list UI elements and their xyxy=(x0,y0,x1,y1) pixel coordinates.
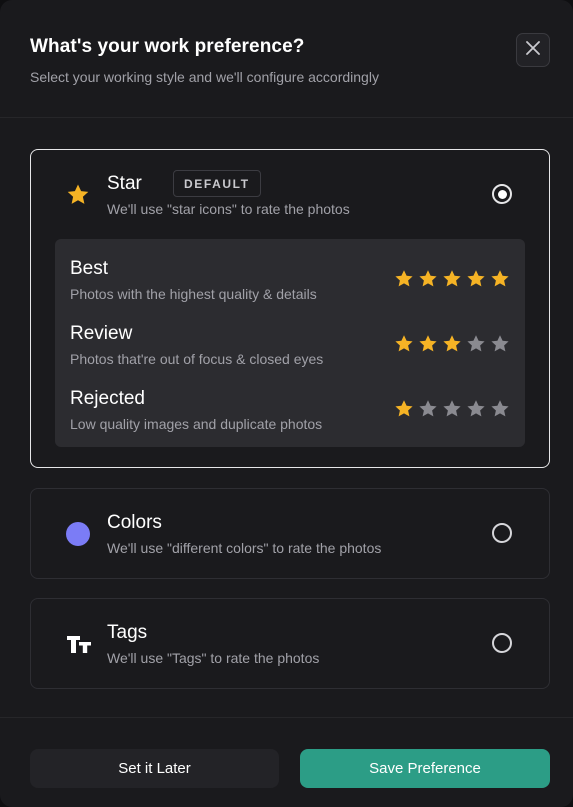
rating-title: Rejected xyxy=(70,388,145,409)
modal-header: What's your work preference? Select your… xyxy=(0,0,573,118)
default-badge: DEFAULT xyxy=(173,170,261,197)
option-title: Tags xyxy=(107,622,148,643)
text-tags-icon xyxy=(66,632,92,656)
option-colors[interactable]: Colors We'll use "different colors" to r… xyxy=(30,488,550,579)
star-empty-icon xyxy=(491,335,509,352)
close-icon xyxy=(526,40,540,60)
save-preference-button[interactable]: Save Preference xyxy=(300,749,550,788)
star-filled-icon xyxy=(419,335,437,352)
star-empty-icon xyxy=(443,400,461,417)
star-filled-icon xyxy=(491,270,509,287)
star-filled-icon xyxy=(395,270,413,287)
radio-colors[interactable] xyxy=(492,523,512,543)
radio-star[interactable] xyxy=(492,184,512,204)
rating-description: Photos with the highest quality & detail… xyxy=(70,286,317,302)
star-rating xyxy=(394,269,510,289)
star-filled-icon xyxy=(467,270,485,287)
set-later-button[interactable]: Set it Later xyxy=(30,749,279,788)
star-rating xyxy=(394,334,510,354)
star-filled-icon xyxy=(395,335,413,352)
option-description: We'll use "star icons" to rate the photo… xyxy=(107,201,350,217)
rating-description: Photos that're out of focus & closed eye… xyxy=(70,351,324,367)
option-tags[interactable]: Tags We'll use "Tags" to rate the photos xyxy=(30,598,550,689)
star-empty-icon xyxy=(467,335,485,352)
star-filled-icon xyxy=(419,270,437,287)
rating-legend: Best Photos with the highest quality & d… xyxy=(55,239,525,447)
close-button[interactable] xyxy=(516,33,550,67)
modal-title: What's your work preference? xyxy=(30,36,305,57)
rating-row: Rejected Low quality images and duplicat… xyxy=(55,388,525,444)
modal-subtitle: Select your working style and we'll conf… xyxy=(30,69,379,85)
option-description: We'll use "different colors" to rate the… xyxy=(107,540,382,556)
rating-row: Best Photos with the highest quality & d… xyxy=(55,258,525,314)
color-dot-icon xyxy=(66,522,90,546)
star-filled-icon xyxy=(443,270,461,287)
star-icon xyxy=(66,183,90,207)
option-title: Colors xyxy=(107,512,162,533)
rating-description: Low quality images and duplicate photos xyxy=(70,416,323,432)
footer-divider xyxy=(0,717,573,718)
star-filled-icon xyxy=(395,400,413,417)
option-star[interactable]: Star DEFAULT We'll use "star icons" to r… xyxy=(30,149,550,468)
preference-modal: What's your work preference? Select your… xyxy=(0,0,573,807)
star-filled-icon xyxy=(443,335,461,352)
radio-tags[interactable] xyxy=(492,633,512,653)
star-rating xyxy=(394,399,510,419)
radio-selected-dot xyxy=(497,189,507,199)
option-title: Star xyxy=(107,173,142,194)
star-empty-icon xyxy=(491,400,509,417)
rating-row: Review Photos that're out of focus & clo… xyxy=(55,323,525,379)
option-description: We'll use "Tags" to rate the photos xyxy=(107,650,320,666)
star-empty-icon xyxy=(467,400,485,417)
rating-title: Review xyxy=(70,323,133,344)
rating-title: Best xyxy=(70,258,109,279)
star-empty-icon xyxy=(419,400,437,417)
